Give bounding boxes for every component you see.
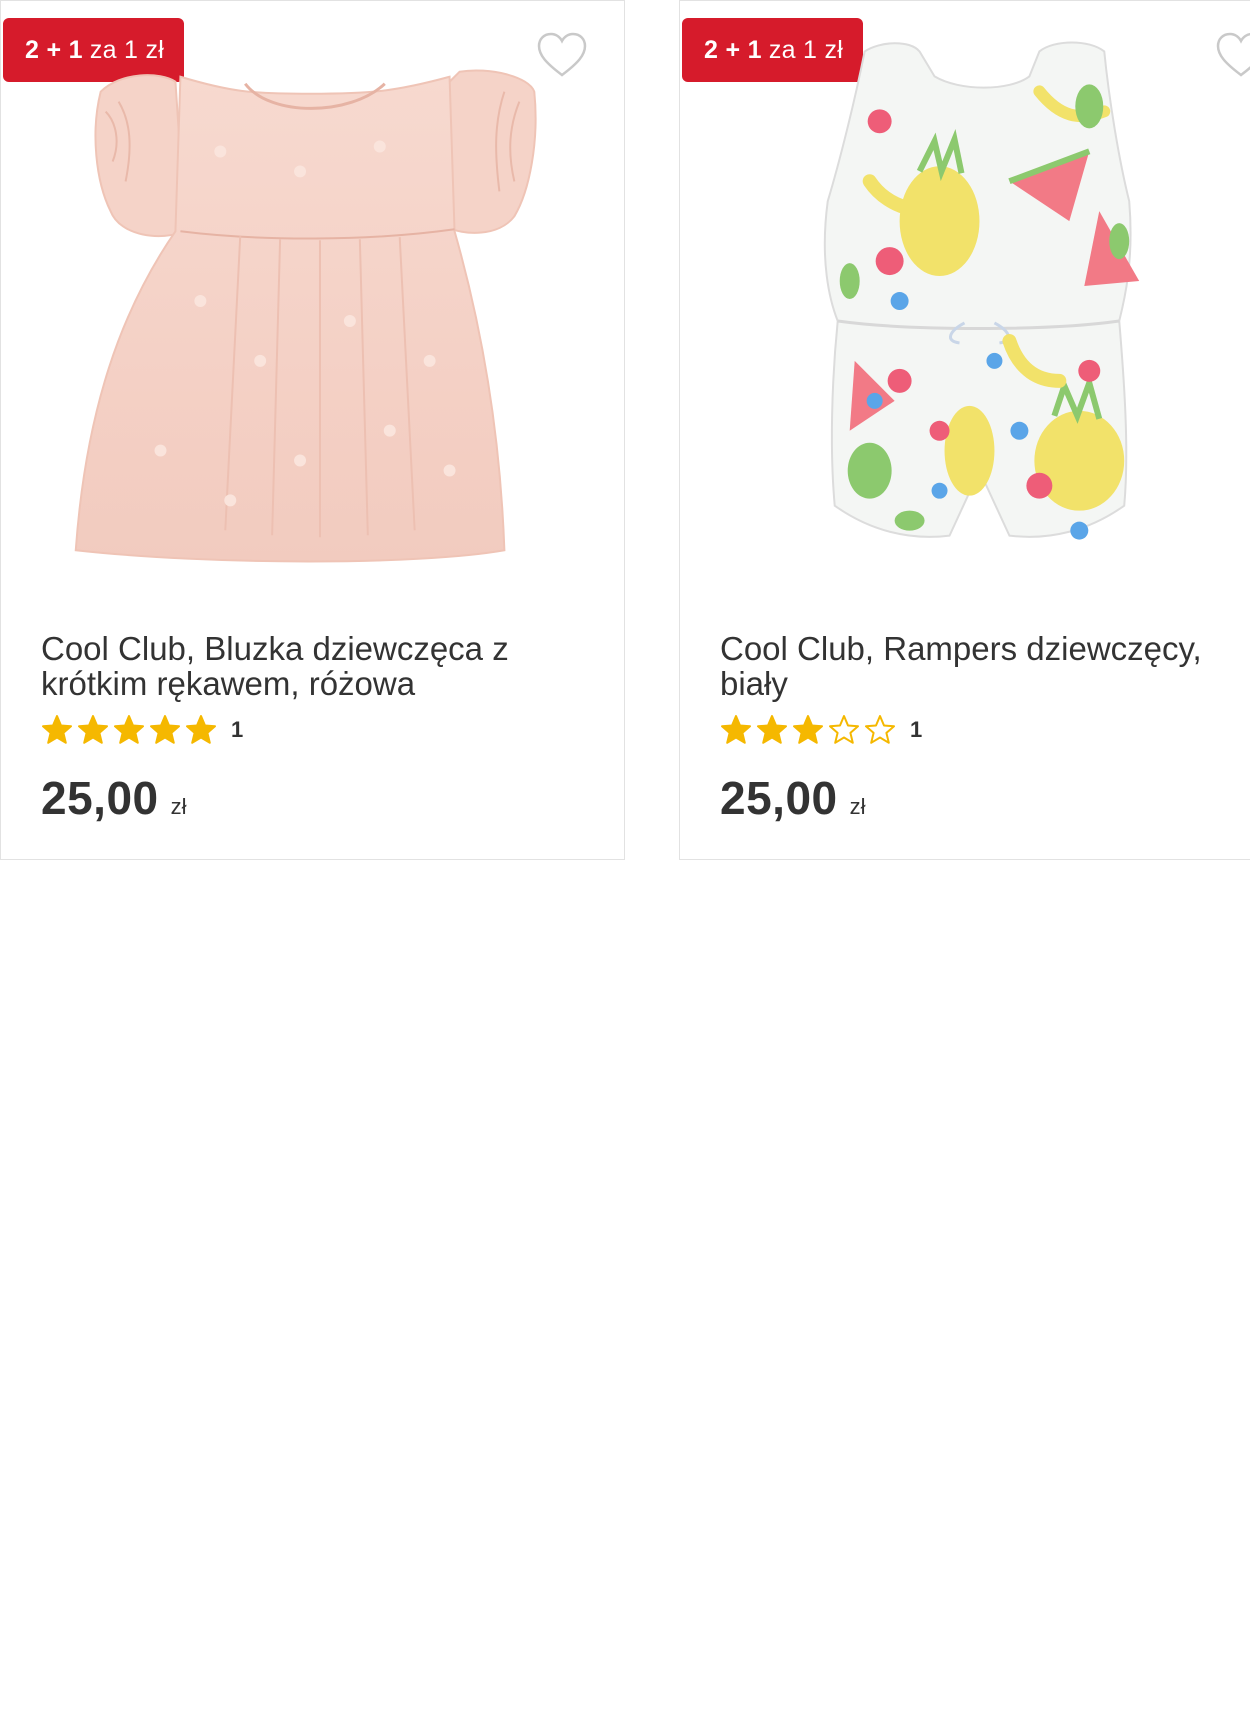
rating-stars: 1 xyxy=(41,713,243,747)
price-amount: 25,00 xyxy=(720,772,838,824)
review-count: 1 xyxy=(231,717,244,742)
product-title[interactable]: Cool Club, Rampers dziewczęcy, biały xyxy=(720,631,1220,701)
price-amount: 25,00 xyxy=(41,772,159,824)
star-filled-icon xyxy=(186,715,216,744)
star-filled-icon xyxy=(757,715,787,744)
price-currency: zł xyxy=(170,794,187,819)
star-filled-icon xyxy=(793,715,823,744)
review-count: 1 xyxy=(910,717,923,742)
star-filled-icon xyxy=(150,715,180,744)
product-image-pink-blouse[interactable] xyxy=(1,31,624,591)
product-price: 25,00 zł xyxy=(41,771,187,825)
product-card[interactable]: 2 + 1 za 1 zł xyxy=(0,0,625,860)
product-card[interactable]: 2 + 1 za 1 zł xyxy=(679,0,1250,860)
product-grid: 2 + 1 za 1 zł Cool Club, Bluzka dziewczę… xyxy=(0,0,1250,1721)
star-outline-icon xyxy=(865,715,895,744)
rating-stars: 1 xyxy=(720,713,922,747)
star-filled-icon xyxy=(114,715,144,744)
star-outline-icon xyxy=(829,715,859,744)
product-price: 25,00 zł xyxy=(720,771,866,825)
star-filled-icon xyxy=(78,715,108,744)
star-filled-icon xyxy=(721,715,751,744)
product-title[interactable]: Cool Club, Bluzka dziewczęca z krótkim r… xyxy=(41,631,594,701)
star-filled-icon xyxy=(42,715,72,744)
product-image-fruit-romper[interactable] xyxy=(680,31,1250,591)
price-currency: zł xyxy=(849,794,866,819)
